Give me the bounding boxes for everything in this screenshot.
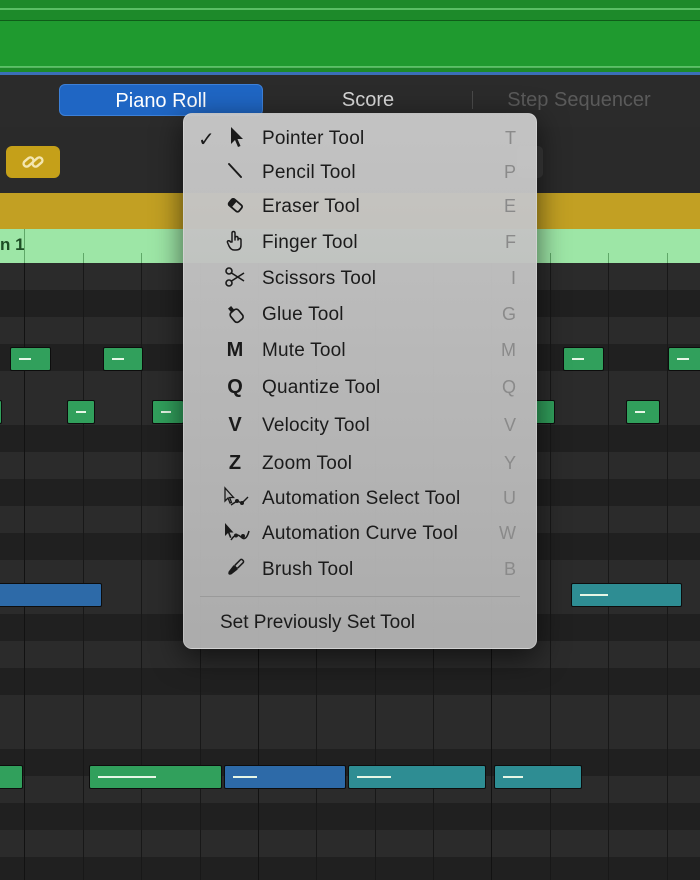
shortcut-key: U (503, 488, 516, 508)
midi-note[interactable] (67, 400, 95, 424)
ruler-tick (24, 229, 25, 263)
mute-icon: M (226, 339, 244, 361)
shortcut-key: W (499, 523, 516, 543)
key-row (0, 722, 700, 749)
ruler-tick (608, 253, 609, 263)
menu-item-label: Pointer Tool (262, 128, 365, 149)
eraser-icon (222, 193, 248, 219)
shortcut-key: Q (501, 377, 516, 397)
menu-item-label: Brush Tool (262, 559, 354, 580)
menu-item-quantize-tool[interactable]: Q Quantize Tool Q (184, 371, 536, 405)
midi-note[interactable] (10, 347, 51, 371)
midi-note[interactable] (0, 765, 23, 789)
glue-icon (222, 301, 248, 327)
ruler-tick (667, 253, 668, 263)
menu-item-label: Eraser Tool (262, 196, 360, 217)
region-line (0, 66, 700, 68)
menu-item-label: Pencil Tool (262, 162, 356, 183)
menu-item-label: Automation Curve Tool (262, 523, 459, 544)
tab-piano-roll[interactable]: Piano Roll (59, 84, 263, 116)
arrange-region-strip[interactable] (0, 0, 700, 74)
shortcut-key: V (503, 415, 516, 435)
key-row (0, 830, 700, 857)
menu-separator (200, 596, 520, 597)
automation-curve-icon (222, 520, 250, 546)
midi-note[interactable] (571, 583, 682, 607)
shortcut-key: T (505, 128, 516, 148)
zoom-icon: Z (228, 452, 242, 474)
shortcut-key: F (505, 232, 516, 252)
midi-note[interactable] (494, 765, 582, 789)
menu-item-label: Velocity Tool (262, 415, 370, 436)
midi-note[interactable] (668, 347, 700, 371)
midi-note[interactable] (348, 765, 486, 789)
menu-item-brush-tool[interactable]: Brush Tool B (184, 553, 536, 587)
finger-icon (222, 229, 248, 255)
menu-item-label: Finger Tool (262, 232, 358, 253)
midi-note[interactable] (0, 583, 102, 607)
menu-item-label: Glue Tool (262, 304, 344, 325)
velocity-icon: V (228, 414, 242, 436)
menu-item-zoom-tool[interactable]: Z Zoom Tool Y (184, 447, 536, 481)
midi-note[interactable] (626, 400, 660, 424)
midi-note[interactable] (563, 347, 604, 371)
region-line (0, 8, 700, 10)
menu-item-mute-tool[interactable]: M Mute Tool M (184, 334, 536, 368)
bar-number-label: n 1 (0, 235, 25, 254)
menu-item-glue-tool[interactable]: Glue Tool G (184, 298, 536, 332)
automation-select-icon (222, 485, 249, 511)
menu-item-automation-select-tool[interactable]: Automation Select Tool U (184, 482, 536, 516)
pencil-icon (222, 159, 248, 185)
menu-item-set-previously-set-tool[interactable]: Set Previously Set Tool (220, 612, 415, 634)
shortcut-key: Y (503, 453, 516, 473)
key-row (0, 857, 700, 880)
menu-item-label: Quantize Tool (262, 377, 381, 398)
midi-note[interactable] (103, 347, 143, 371)
shortcut-key: M (501, 340, 516, 360)
key-row (0, 803, 700, 830)
menu-item-eraser-tool[interactable]: Eraser Tool E (184, 190, 536, 224)
link-button[interactable] (6, 146, 60, 178)
beat-line (83, 263, 84, 880)
menu-item-pointer-tool[interactable]: ✓ Pointer Tool T (184, 122, 536, 156)
link-icon (22, 156, 44, 168)
key-row (0, 695, 700, 722)
menu-item-label: Zoom Tool (262, 453, 353, 474)
key-row (0, 668, 700, 695)
tab-divider (472, 91, 473, 109)
midi-note[interactable] (0, 400, 2, 424)
ruler-tick (83, 253, 84, 263)
menu-item-velocity-tool[interactable]: V Velocity Tool V (184, 409, 536, 443)
region-band (0, 20, 700, 68)
tab-step-sequencer[interactable]: Step Sequencer (474, 84, 684, 116)
midi-note[interactable] (89, 765, 222, 789)
menu-item-scissors-tool[interactable]: Scissors Tool I (184, 262, 536, 296)
ruler-tick (141, 253, 142, 263)
pointer-icon (222, 125, 248, 151)
shortcut-key: G (501, 304, 516, 324)
shortcut-key: B (503, 559, 516, 579)
shortcut-key: P (503, 162, 516, 182)
shortcut-key: I (510, 268, 516, 288)
menu-item-finger-tool[interactable]: Finger Tool F (184, 226, 536, 260)
menu-item-pencil-tool[interactable]: Pencil Tool P (184, 156, 536, 190)
menu-item-label: Automation Select Tool (262, 488, 461, 509)
check-mark: ✓ (198, 129, 215, 151)
midi-note[interactable] (152, 400, 184, 424)
quantize-icon: Q (227, 376, 243, 398)
menu-item-label: Mute Tool (262, 340, 346, 361)
brush-icon (222, 556, 248, 582)
midi-note[interactable] (224, 765, 346, 789)
scissors-icon (222, 265, 248, 291)
midi-note[interactable] (534, 400, 555, 424)
menu-item-label: Scissors Tool (262, 268, 377, 289)
tool-menu: ✓ Pointer Tool T Pencil Tool P Eraser To… (183, 113, 537, 649)
ruler-tick (550, 253, 551, 263)
tab-score[interactable]: Score (268, 84, 468, 116)
menu-item-automation-curve-tool[interactable]: Automation Curve Tool W (184, 517, 536, 551)
shortcut-key: E (503, 196, 516, 216)
beat-line (608, 263, 609, 880)
